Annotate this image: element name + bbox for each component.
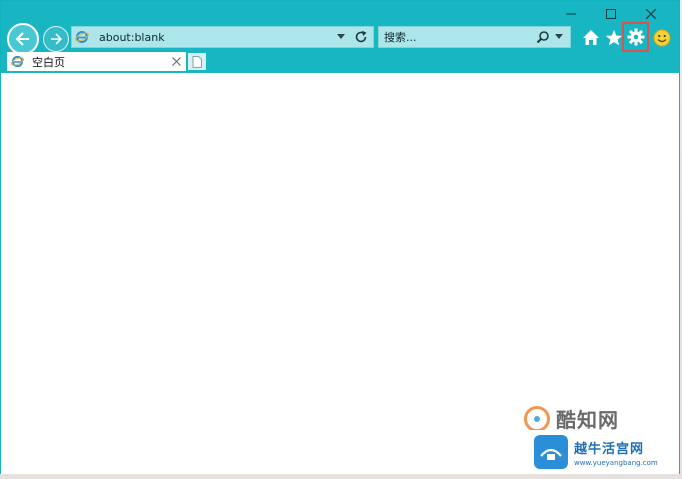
new-tab-button[interactable] [188, 53, 206, 70]
dropdown-icon [555, 34, 563, 39]
browser-window: about:blank 搜索... 空白页 [0, 0, 680, 474]
address-dropdown-button[interactable] [334, 30, 348, 44]
address-url: about:blank [99, 30, 165, 44]
search-icon [536, 31, 549, 44]
watermark-url: www.yueyangbang.com [574, 458, 658, 467]
search-button[interactable] [534, 28, 552, 46]
kuzhi-logo-icon [524, 405, 550, 432]
gear-icon [627, 28, 644, 46]
watermark-brand1: 酷知网 [556, 408, 619, 432]
home-button[interactable] [581, 28, 601, 48]
ie-icon [75, 31, 89, 43]
dropdown-icon [337, 34, 345, 39]
back-button[interactable] [7, 23, 39, 55]
watermark-brand2: 越牛活宫网 [574, 441, 645, 457]
watermark-yueyang: 越牛活宫网 www.yueyangbang.com [530, 430, 678, 474]
back-icon [15, 32, 29, 46]
smiley-icon [653, 29, 671, 47]
new-tab-icon [192, 55, 202, 68]
window-caption-buttons [551, 5, 671, 23]
favorites-icon [605, 30, 623, 46]
refresh-icon [355, 30, 367, 43]
close-icon [646, 9, 656, 19]
home-icon [583, 30, 599, 45]
search-bar[interactable] [378, 26, 571, 48]
tab-title: 空白页 [32, 55, 65, 69]
browser-toolbar: about:blank 搜索... 空白页 [1, 1, 679, 72]
address-bar[interactable]: about:blank [71, 26, 374, 48]
refresh-button[interactable] [352, 28, 370, 46]
close-icon [171, 57, 181, 66]
tools-button[interactable] [622, 22, 649, 52]
feedback-button[interactable] [652, 28, 672, 48]
minimize-button[interactable] [551, 5, 591, 23]
ie-icon [11, 55, 24, 68]
maximize-icon [606, 9, 616, 19]
tab-blank-page[interactable]: 空白页 [7, 52, 186, 71]
tab-close-button[interactable] [169, 55, 183, 69]
search-dropdown-button[interactable] [552, 30, 566, 44]
watermark-kuzhi: 酷知网 [524, 404, 619, 433]
maximize-button[interactable] [591, 5, 631, 23]
close-button[interactable] [631, 5, 671, 23]
favorites-button[interactable] [604, 28, 624, 48]
minimize-icon [566, 13, 576, 15]
forward-button[interactable] [43, 26, 69, 52]
search-input[interactable] [379, 28, 534, 46]
yueyang-logo-icon [534, 435, 568, 469]
forward-icon [51, 33, 62, 45]
